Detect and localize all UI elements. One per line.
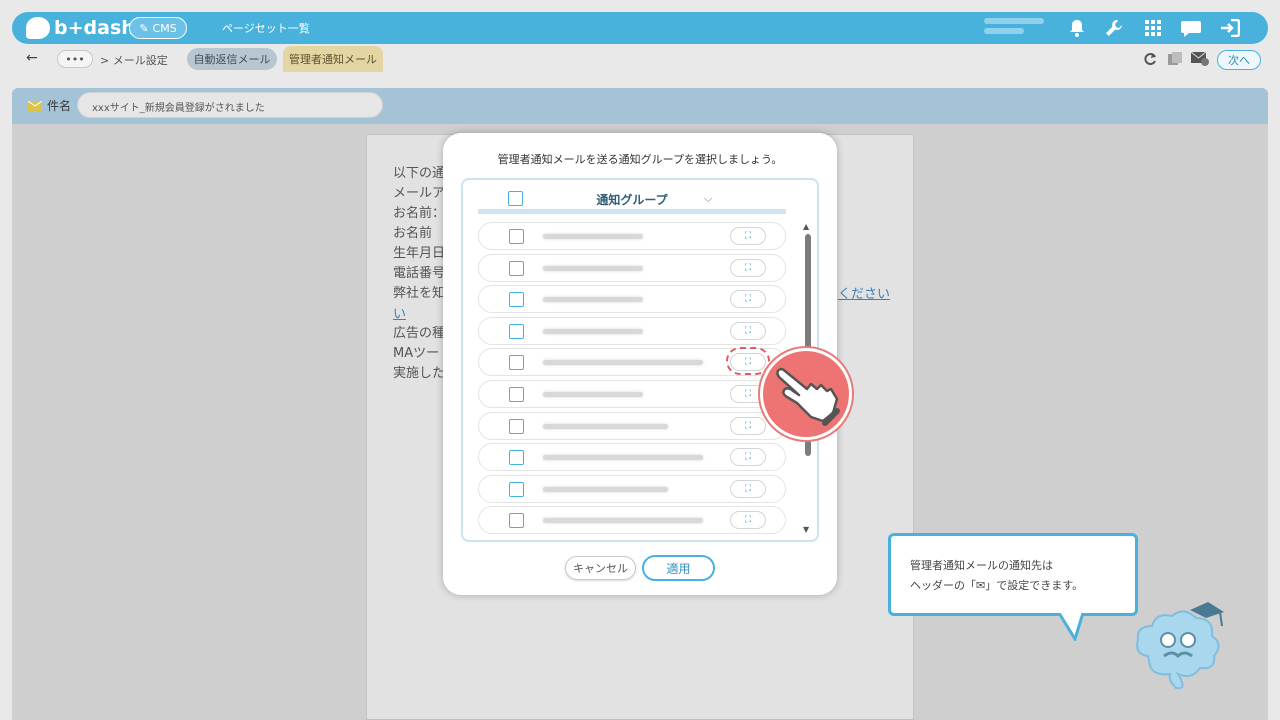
cms-button[interactable]: ✎ CMS — [129, 17, 187, 39]
notify-group-row[interactable]: ⛶ — [478, 253, 786, 282]
mail-body-line: 電話番号 — [393, 266, 446, 281]
group-name-blurred — [543, 423, 668, 429]
tip-line-2: ヘッダーの「✉」で設定できます。 — [910, 579, 1084, 592]
refresh-icon[interactable] — [1140, 49, 1160, 69]
mail-body-line: 生年月日 — [393, 246, 446, 261]
group-name-blurred — [543, 360, 703, 366]
subject-input[interactable]: xxxサイト_新規会員登録がされました — [77, 92, 383, 118]
notify-group-row[interactable]: ⛶ — [478, 316, 786, 345]
modal-title: 管理者通知メールを送る通知グループを選択しましょう。 — [497, 153, 783, 166]
tab-admin-notify-mail[interactable]: 管理者通知メール — [283, 46, 383, 72]
row-checkbox[interactable] — [509, 260, 524, 276]
bell-icon[interactable] — [1065, 16, 1089, 40]
group-name-blurred — [543, 455, 703, 461]
tip-line-1: 管理者通知メールの通知先は — [910, 559, 1053, 572]
cancel-button[interactable]: キャンセル — [565, 556, 636, 580]
cms-label: CMS — [152, 21, 177, 35]
notify-group-row[interactable]: ⛶ — [478, 285, 786, 314]
copy-icon[interactable] — [1165, 49, 1185, 69]
chat-icon[interactable] — [1179, 16, 1203, 40]
notify-group-row[interactable]: ⛶ — [478, 443, 786, 472]
chevron-down-icon[interactable]: ⌵ — [704, 192, 712, 206]
group-name-blurred — [543, 486, 668, 492]
row-checkbox[interactable] — [509, 355, 524, 371]
mail-body-line: MAツー — [393, 346, 440, 361]
more-breadcrumb-button[interactable]: ••• — [57, 50, 93, 68]
group-name-blurred — [543, 328, 643, 334]
apply-button[interactable]: 適用 — [642, 555, 715, 581]
subject-label-group: 件名 — [28, 97, 71, 114]
row-checkbox[interactable] — [509, 513, 524, 529]
logo-text: b+dash — [54, 17, 135, 39]
edit-icon: ✎ — [139, 21, 149, 35]
bdash-logo[interactable]: b+dash — [26, 15, 135, 41]
group-name-blurred — [543, 392, 643, 397]
mail-body-line: 広告の種 — [393, 326, 446, 341]
expand-icon[interactable]: ⛶ — [730, 479, 766, 498]
mail-settings-icon[interactable] — [1190, 49, 1210, 69]
group-name-blurred — [543, 518, 703, 524]
scroll-up-arrow-icon[interactable]: ▲ — [803, 222, 809, 231]
row-checkbox[interactable] — [509, 450, 524, 466]
mail-body-line: 実施した — [393, 366, 446, 381]
row-checkbox[interactable] — [509, 418, 524, 434]
group-name-blurred — [543, 265, 643, 271]
mail-body-line[interactable]: い — [393, 303, 406, 322]
back-button[interactable]: ← — [26, 50, 38, 66]
next-button[interactable]: 次へ — [1217, 50, 1261, 70]
row-checkbox[interactable] — [509, 292, 524, 308]
expand-icon[interactable]: ⛶ — [730, 448, 766, 467]
expand-icon[interactable]: ⛶ — [730, 511, 766, 530]
tip-text: 管理者通知メールの通知先は ヘッダーの「✉」で設定できます。 — [910, 556, 1083, 596]
wrench-icon[interactable] — [1102, 16, 1126, 40]
expand-icon[interactable]: ⛶ — [730, 227, 766, 245]
cloud-mascot-icon — [1128, 596, 1228, 696]
row-checkbox[interactable] — [509, 481, 524, 497]
subject-label: 件名 — [47, 99, 72, 113]
column-header-notify-group[interactable]: 通知グループ — [478, 191, 786, 208]
page-set-list-link[interactable]: ページセット一覧 — [222, 20, 310, 36]
notify-group-row[interactable]: ⛶ — [478, 411, 786, 440]
envelope-icon — [28, 100, 42, 111]
user-info-blurred[interactable] — [984, 14, 1048, 40]
grid-icon[interactable] — [1141, 16, 1165, 40]
mail-body-link-fragment[interactable]: ください — [838, 283, 890, 302]
notify-group-row[interactable]: ⛶ — [478, 474, 786, 503]
mail-body-line: メールア — [393, 186, 446, 201]
row-checkbox[interactable] — [509, 229, 524, 244]
mail-body-line: 弊社を知 — [393, 286, 446, 301]
notify-group-row[interactable]: ⛶ — [478, 506, 786, 535]
pointing-hand-icon — [760, 348, 852, 440]
notify-group-row[interactable]: ⛶ — [478, 380, 786, 408]
group-name-blurred — [543, 297, 643, 303]
mail-body-line: お名前： — [393, 206, 446, 221]
expand-icon[interactable]: ⛶ — [730, 258, 766, 277]
expand-icon[interactable]: ⛶ — [730, 321, 766, 340]
group-name-blurred — [543, 234, 643, 239]
mail-body-line: お名前 — [393, 226, 433, 241]
scroll-down-arrow-icon[interactable]: ▼ — [803, 525, 809, 534]
mail-body-line: 以下の通 — [393, 166, 446, 181]
expand-icon[interactable]: ⛶ — [730, 416, 766, 435]
breadcrumb[interactable]: > メール設定 — [100, 52, 168, 68]
logo-bubble-icon — [26, 17, 50, 39]
notify-group-row[interactable]: ⛶ — [478, 222, 786, 250]
tab-auto-reply-mail[interactable]: 自動返信メール — [187, 48, 277, 70]
list-header: 通知グループ ⌵ — [478, 186, 786, 214]
row-checkbox[interactable] — [509, 323, 524, 339]
logout-icon[interactable] — [1218, 16, 1242, 40]
expand-icon[interactable]: ⛶ — [730, 290, 766, 309]
row-checkbox[interactable] — [509, 387, 524, 402]
